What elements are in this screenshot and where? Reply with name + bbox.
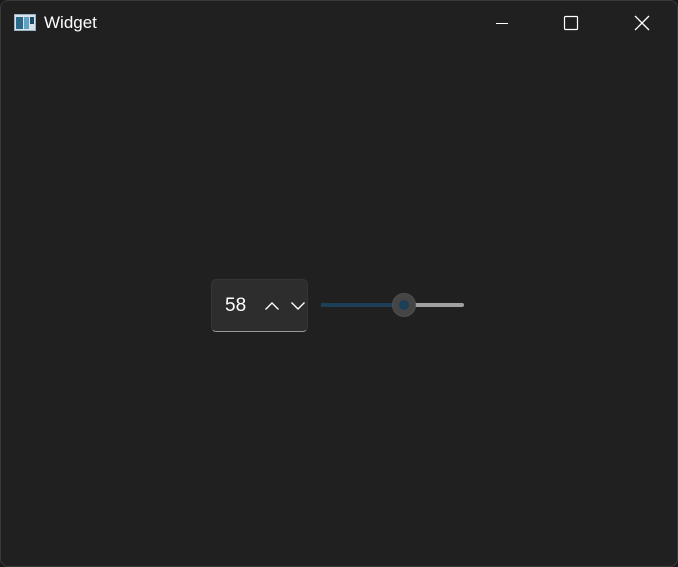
chevron-up-icon[interactable]: [263, 294, 281, 318]
spinbox-value[interactable]: 58: [225, 295, 246, 317]
app-icon: [14, 14, 36, 31]
minimize-icon: [494, 15, 510, 31]
value-slider[interactable]: [321, 293, 464, 317]
maximize-icon: [563, 15, 579, 31]
title-bar[interactable]: Widget: [1, 1, 677, 45]
close-button[interactable]: [608, 1, 676, 45]
slider-thumb[interactable]: [392, 293, 416, 317]
slider-thumb-center: [399, 300, 409, 310]
close-icon: [633, 14, 651, 32]
minimize-button[interactable]: [468, 1, 536, 45]
window-title: Widget: [44, 13, 97, 32]
maximize-button[interactable]: [537, 1, 605, 45]
chevron-down-icon[interactable]: [289, 294, 307, 318]
app-window: Widget 58: [0, 0, 678, 567]
value-spinbox[interactable]: 58: [211, 279, 308, 332]
